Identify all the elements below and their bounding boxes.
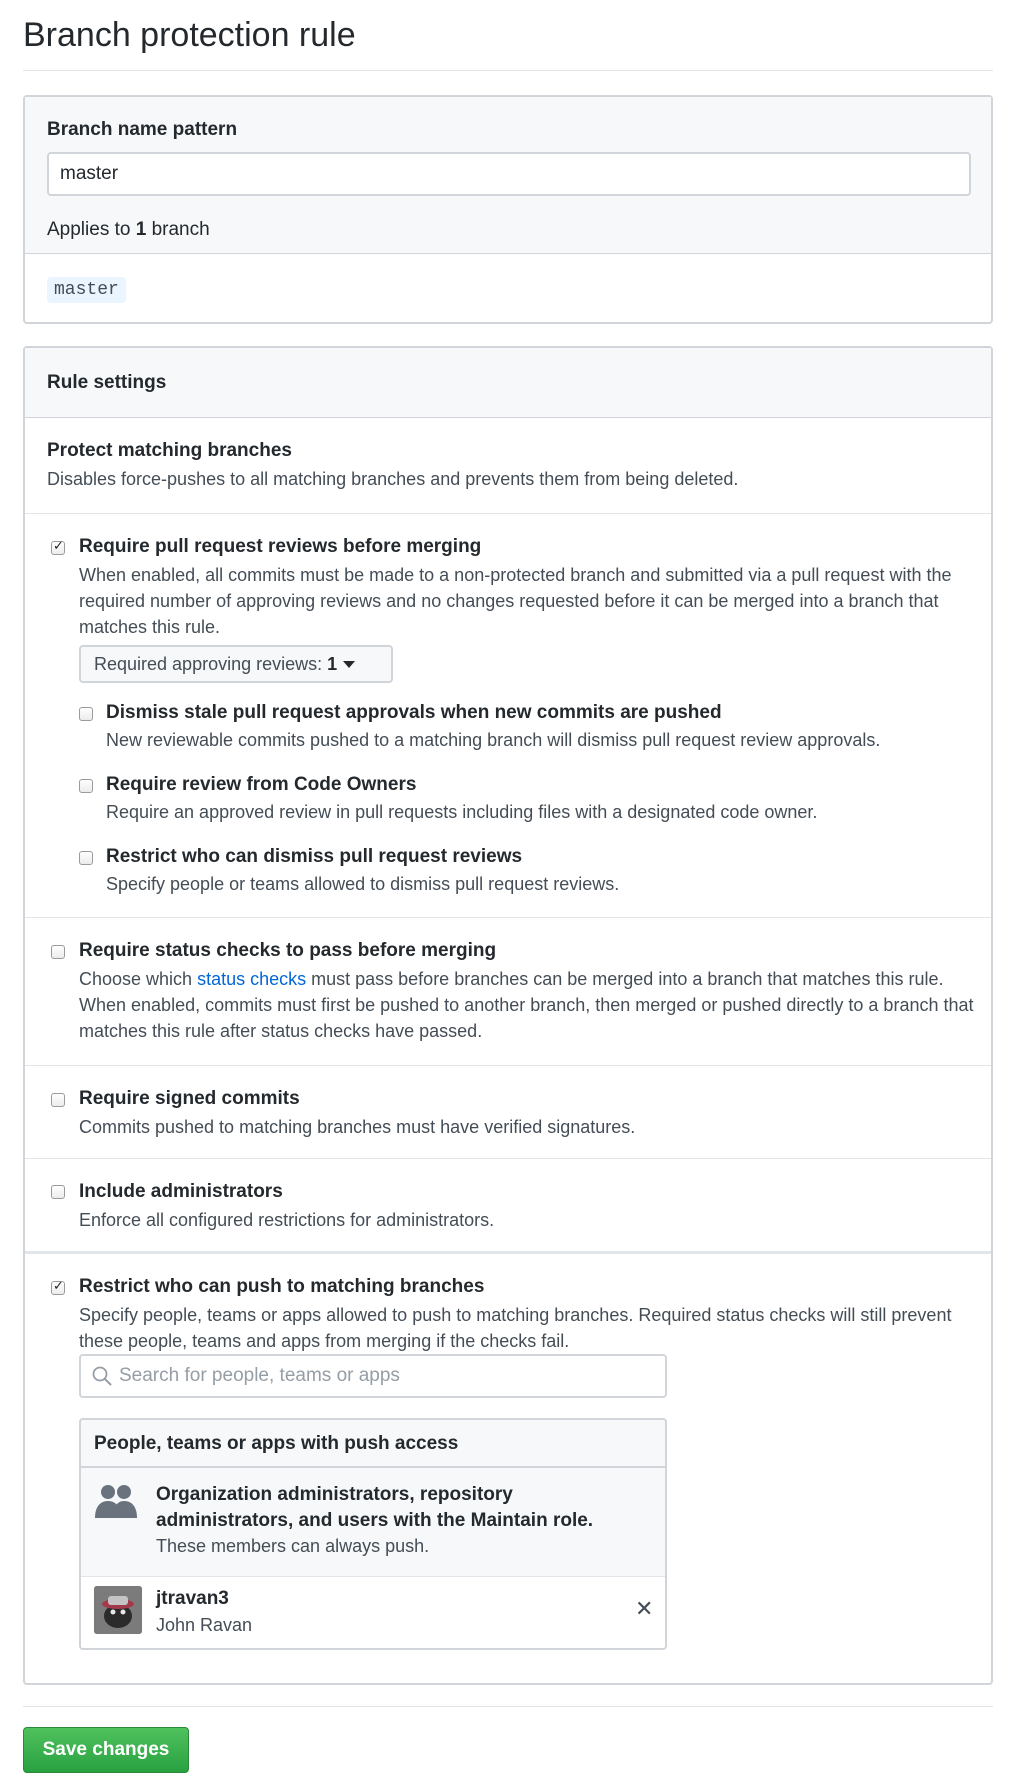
restrict-dismiss-checkbox[interactable] [79, 851, 93, 865]
dismiss-stale-checkbox[interactable] [79, 707, 93, 721]
push-access-user-row: jtravan3 John Ravan ✕ [81, 1577, 665, 1648]
push-access-search-input[interactable] [119, 1356, 659, 1396]
code-owners-title: Require review from Code Owners [106, 774, 417, 795]
search-icon [92, 1366, 112, 1386]
org-admins-desc: These members can always push. [156, 1536, 430, 1556]
push-access-list: People, teams or apps with push access O… [79, 1418, 667, 1650]
rule-settings-title: Rule settings [47, 372, 167, 393]
pr-reviews-checkbox[interactable] [51, 539, 65, 555]
branch-pattern-label: Branch name pattern [47, 119, 238, 140]
user-login: jtravan3 [156, 1588, 229, 1609]
dismiss-stale-title: Dismiss stale pull request approvals whe… [106, 702, 722, 723]
matched-branch-chip: master [47, 277, 126, 303]
avatar [94, 1586, 142, 1634]
status-checks-desc: Choose which status checks must pass bef… [79, 969, 974, 1041]
push-access-header: People, teams or apps with push access [81, 1420, 665, 1468]
signed-commits-title: Require signed commits [79, 1088, 300, 1109]
pr-reviews-desc: When enabled, all commits must be made t… [79, 565, 952, 637]
dismiss-stale-desc: New reviewable commits pushed to a match… [106, 730, 881, 750]
restrict-dismiss-title: Restrict who can dismiss pull request re… [106, 846, 523, 867]
required-reviews-value: 1 [327, 654, 338, 674]
include-admins-desc: Enforce all configured restrictions for … [79, 1210, 495, 1230]
org-admins-row: Organization administrators, repository … [81, 1468, 665, 1577]
code-owners-desc: Require an approved review in pull reque… [106, 802, 818, 822]
restrict-push-title: Restrict who can push to matching branch… [79, 1276, 485, 1297]
restrict-push-section: Restrict who can push to matching branch… [25, 1254, 991, 1674]
people-icon [95, 1485, 137, 1518]
rule-settings-header: Rule settings [25, 348, 991, 418]
branch-pattern-input[interactable] [47, 152, 971, 196]
required-reviews-dropdown[interactable]: Required approving reviews: 1 [79, 645, 393, 683]
remove-user-icon[interactable]: ✕ [635, 1599, 653, 1621]
applies-to-text: Applies to 1 branch [47, 219, 210, 240]
protect-title: Protect matching branches [47, 440, 292, 461]
applies-count: 1 [135, 219, 147, 240]
code-owners-checkbox[interactable] [79, 779, 93, 793]
signed-commits-checkbox[interactable] [51, 1093, 65, 1107]
rule-settings-box: Rule settings Protect matching branches … [23, 346, 993, 1685]
include-admins-checkbox[interactable] [51, 1185, 65, 1199]
caret-down-icon [343, 661, 356, 668]
include-admins-title: Include administrators [79, 1181, 283, 1202]
pr-reviews-title: Require pull request reviews before merg… [79, 536, 482, 557]
restrict-push-checkbox[interactable] [51, 1279, 65, 1295]
title-divider [23, 70, 993, 71]
branch-pattern-box: Branch name pattern Applies to 1 branch … [23, 95, 993, 324]
status-checks-link[interactable]: status checks [197, 969, 306, 989]
pr-reviews-section: Require pull request reviews before merg… [25, 514, 991, 918]
org-admins-title: Organization administrators, repository … [156, 1484, 594, 1531]
restrict-dismiss-desc: Specify people or teams allowed to dismi… [106, 874, 620, 894]
save-changes-button[interactable]: Save changes [23, 1727, 189, 1773]
protect-matching-section: Protect matching branches Disables force… [25, 418, 991, 514]
status-checks-section: Require status checks to pass before mer… [25, 918, 991, 1066]
restrict-push-desc: Specify people, teams or apps allowed to… [79, 1305, 952, 1351]
page-title: Branch protection rule [23, 16, 356, 54]
status-checks-checkbox[interactable] [51, 945, 65, 959]
user-full-name: John Ravan [156, 1615, 253, 1635]
branch-pattern-header: Branch name pattern Applies to 1 branch [25, 97, 991, 254]
status-checks-title: Require status checks to pass before mer… [79, 940, 497, 961]
include-admins-section: Include administrators Enforce all confi… [25, 1159, 991, 1254]
signed-commits-desc: Commits pushed to matching branches must… [79, 1117, 636, 1137]
push-access-search[interactable] [79, 1354, 667, 1398]
footer-divider [23, 1706, 993, 1707]
protect-desc: Disables force-pushes to all matching br… [47, 469, 739, 489]
signed-commits-section: Require signed commits Commits pushed to… [25, 1066, 991, 1159]
